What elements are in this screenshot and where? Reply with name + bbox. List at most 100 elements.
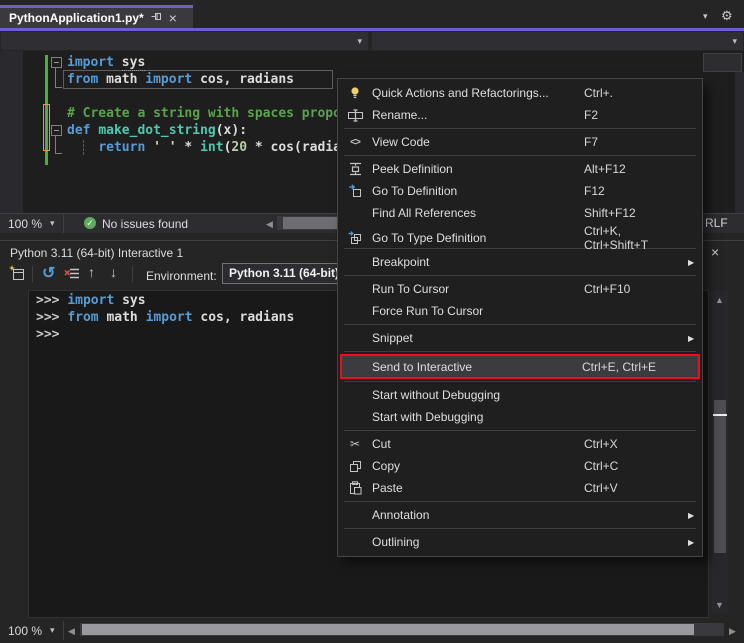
- menu-item-label: Quick Actions and Refactorings...: [372, 86, 584, 100]
- code-token: import: [145, 72, 192, 87]
- menu-item-label: Paste: [372, 481, 584, 495]
- environment-dropdown[interactable]: Python 3.11 (64-bit): [222, 263, 340, 284]
- menu-item-outlining[interactable]: Outlining▶: [338, 531, 702, 553]
- menu-item-find-all-references[interactable]: Find All ReferencesShift+F12: [338, 202, 702, 224]
- code-token: def: [67, 123, 90, 138]
- panel-horizontal-scrollbar-thumb[interactable]: [82, 624, 694, 635]
- environment-label: Environment:: [146, 269, 217, 283]
- reset-icon[interactable]: ↺: [42, 263, 55, 283]
- menu-item-label: Annotation: [372, 508, 584, 522]
- menu-item-copy[interactable]: CopyCtrl+C: [338, 455, 702, 477]
- menu-item-view-code[interactable]: <>View CodeF7: [338, 131, 702, 153]
- menu-item-go-to-definition[interactable]: Go To DefinitionF12: [338, 180, 702, 202]
- history-previous-icon[interactable]: ↑: [88, 264, 95, 280]
- menu-item-label: Snippet: [372, 331, 584, 345]
- scrollbar-position-marker: [713, 414, 727, 416]
- paste-icon: [338, 481, 372, 495]
- clear-all-icon[interactable]: [64, 266, 80, 284]
- panel-zoom-dropdown[interactable]: 100 % ▾: [0, 621, 64, 640]
- code-token: [145, 140, 153, 155]
- code-token: math: [98, 72, 145, 87]
- new-interactive-window-icon[interactable]: [9, 265, 26, 285]
- scroll-down-icon[interactable]: ▼: [715, 598, 724, 612]
- menu-item-label: View Code: [372, 135, 584, 149]
- menu-item-go-to-type-definition[interactable]: Go To Type DefinitionCtrl+K, Ctrl+Shift+…: [338, 224, 702, 246]
- code-token: sys: [114, 293, 145, 308]
- menu-item-label: Breakpoint: [372, 255, 584, 269]
- document-tab[interactable]: PythonApplication1.py* ×: [0, 5, 193, 28]
- code-token: int: [200, 140, 223, 155]
- pin-icon[interactable]: [151, 11, 162, 25]
- context-menu: Quick Actions and Refactorings...Ctrl+.R…: [337, 78, 703, 557]
- editor-vertical-scrollbar[interactable]: [735, 72, 744, 213]
- issues-status[interactable]: No issues found: [102, 217, 188, 231]
- chevron-down-icon[interactable]: ▾: [703, 11, 708, 22]
- menu-item-label: Send to Interactive: [372, 360, 582, 374]
- close-icon[interactable]: ×: [711, 244, 719, 260]
- panel-vertical-scrollbar-thumb[interactable]: [714, 400, 726, 553]
- nav-dropdown-types[interactable]: ▾: [1, 32, 368, 50]
- code-line[interactable]: # Create a string with spaces propor: [67, 105, 349, 122]
- gear-icon[interactable]: ⚙: [721, 8, 733, 24]
- menu-item-shortcut: F12: [584, 184, 688, 198]
- panel-title: Python 3.11 (64-bit) Interactive 1: [10, 246, 183, 260]
- repl-line[interactable]: >>> from math import cos, radians: [36, 309, 294, 326]
- editor-scrollbar-top-box[interactable]: [703, 53, 742, 72]
- editor-gutter: [0, 51, 23, 213]
- chevron-down-icon: ▾: [357, 36, 362, 47]
- menu-item-breakpoint[interactable]: Breakpoint▶: [338, 251, 702, 273]
- menu-item-annotation[interactable]: Annotation▶: [338, 504, 702, 526]
- view-code-icon: <>: [338, 137, 372, 148]
- scroll-right-icon[interactable]: ▶: [729, 624, 736, 638]
- menu-item-label: Peek Definition: [372, 162, 584, 176]
- menu-item-label: Outlining: [372, 535, 584, 549]
- menu-item-rename[interactable]: Rename...F2: [338, 104, 702, 126]
- nav-dropdown-members[interactable]: ▾: [372, 32, 743, 50]
- collapse-toggle-icon[interactable]: [51, 57, 62, 68]
- menu-separator: [344, 324, 696, 325]
- code-token: 20: [231, 140, 247, 155]
- menu-item-quick-actions-and-refactorings[interactable]: Quick Actions and Refactorings...Ctrl+.: [338, 82, 702, 104]
- menu-item-send-to-interactive[interactable]: Send to InteractiveCtrl+E, Ctrl+E: [340, 354, 700, 379]
- menu-item-peek-definition[interactable]: Peek DefinitionAlt+F12: [338, 158, 702, 180]
- code-line[interactable]: def make_dot_string(x):: [67, 122, 247, 139]
- menu-separator: [344, 528, 696, 529]
- code-token: from: [67, 310, 98, 325]
- code-token: return: [98, 140, 145, 155]
- check-circle-icon: ✓: [84, 217, 96, 229]
- copy-icon: [338, 460, 372, 473]
- repl-line[interactable]: >>> import sys: [36, 292, 146, 309]
- scroll-left-icon[interactable]: ◀: [68, 624, 75, 638]
- code-token: cos, radians: [192, 72, 294, 87]
- scroll-left-icon[interactable]: ◀: [266, 217, 273, 231]
- code-line[interactable]: from math import cos, radians: [67, 71, 294, 88]
- menu-item-paste[interactable]: PasteCtrl+V: [338, 477, 702, 499]
- code-token: >>>: [36, 293, 67, 308]
- menu-item-shortcut: Ctrl+K, Ctrl+Shift+T: [584, 224, 688, 252]
- history-next-icon[interactable]: ↓: [110, 264, 117, 280]
- zoom-value: 100 %: [8, 217, 42, 231]
- menu-separator: [344, 155, 696, 156]
- menu-item-start-without-debugging[interactable]: Start without Debugging: [338, 384, 702, 406]
- change-bar-unsaved: [43, 104, 50, 151]
- close-icon[interactable]: ×: [169, 12, 177, 24]
- menu-item-cut[interactable]: ✂CutCtrl+X: [338, 433, 702, 455]
- editor-zoom-dropdown[interactable]: 100 % ▾: [0, 214, 64, 233]
- repl-line[interactable]: >>>: [36, 326, 59, 343]
- go-to-type-definition-icon: [338, 231, 372, 245]
- menu-separator: [344, 275, 696, 276]
- chevron-down-icon: ▾: [50, 625, 55, 636]
- code-token: cos, radians: [193, 310, 295, 325]
- code-line[interactable]: import sys: [67, 54, 145, 71]
- menu-item-start-with-debugging[interactable]: Start with Debugging: [338, 406, 702, 428]
- menu-item-force-run-to-cursor[interactable]: Force Run To Cursor: [338, 300, 702, 322]
- collapse-toggle-icon[interactable]: [51, 125, 62, 136]
- menu-item-label: Cut: [372, 437, 584, 451]
- chevron-down-icon: ▾: [50, 218, 55, 229]
- menu-item-snippet[interactable]: Snippet▶: [338, 327, 702, 349]
- code-line[interactable]: return ' ' * int(20 * cos(radian: [67, 139, 349, 156]
- scroll-up-icon[interactable]: ▲: [715, 293, 724, 307]
- menu-item-run-to-cursor[interactable]: Run To CursorCtrl+F10: [338, 278, 702, 300]
- code-token: * cos(radian: [247, 140, 349, 155]
- line-ending-indicator[interactable]: RLF: [705, 216, 728, 230]
